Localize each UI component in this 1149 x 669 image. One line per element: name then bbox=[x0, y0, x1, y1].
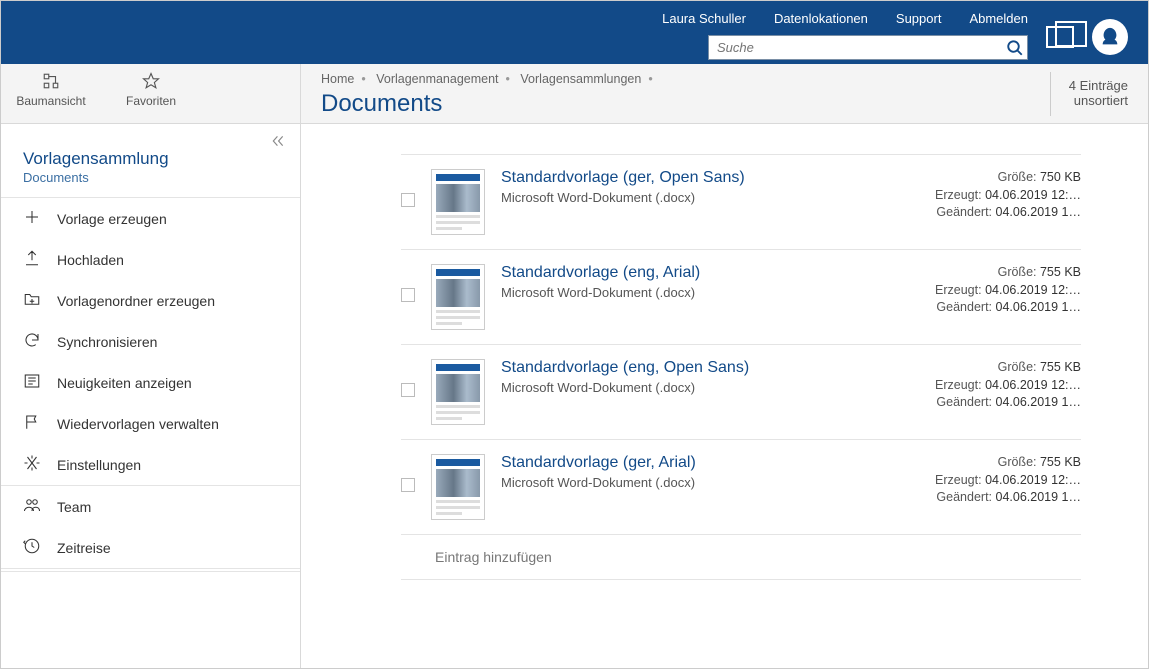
avatar[interactable] bbox=[1092, 19, 1128, 55]
collapse-icon[interactable] bbox=[270, 134, 286, 151]
sidebar-item-label: Zeitreise bbox=[57, 540, 111, 556]
sidebar-item-flag[interactable]: Wiedervorlagen verwalten bbox=[1, 403, 300, 444]
doc-title[interactable]: Standardvorlage (ger, Arial) bbox=[501, 454, 900, 472]
sync-icon bbox=[23, 331, 41, 352]
count-line2: unsortiert bbox=[1069, 93, 1128, 108]
add-entry[interactable]: Eintrag hinzufügen bbox=[401, 534, 1081, 580]
search-box[interactable] bbox=[708, 35, 1028, 60]
settings-icon bbox=[23, 454, 41, 475]
sidebar-item-label: Team bbox=[57, 499, 91, 515]
sidebar-item-news[interactable]: Neuigkeiten anzeigen bbox=[1, 362, 300, 403]
doc-thumbnail[interactable] bbox=[431, 359, 485, 425]
side-subheading[interactable]: Documents bbox=[23, 170, 280, 185]
count-box: 4 Einträge unsortiert bbox=[1050, 72, 1128, 116]
doc-title[interactable]: Standardvorlage (ger, Open Sans) bbox=[501, 169, 900, 187]
tab-fav-label: Favoriten bbox=[126, 94, 176, 108]
news-icon bbox=[23, 372, 41, 393]
side-heading: Vorlagensammlung bbox=[23, 148, 280, 170]
sidebar-item-upload[interactable]: Hochladen bbox=[1, 239, 300, 280]
clock-icon bbox=[23, 537, 41, 558]
sidebar-item-clock[interactable]: Zeitreise bbox=[1, 527, 300, 568]
sidebar-item-label: Wiedervorlagen verwalten bbox=[57, 416, 219, 432]
sidebar-item-label: Neuigkeiten anzeigen bbox=[57, 375, 192, 391]
plus-icon bbox=[23, 208, 41, 229]
crumb-home[interactable]: Home bbox=[321, 72, 354, 86]
doc-meta: Größe: 755 KB Erzeugt: 04.06.2019 12:… G… bbox=[916, 264, 1081, 317]
doc-meta: Größe: 755 KB Erzeugt: 04.06.2019 12:… G… bbox=[916, 454, 1081, 507]
top-links: Laura Schuller Datenlokationen Support A… bbox=[662, 11, 1028, 26]
support-link[interactable]: Support bbox=[896, 11, 942, 26]
row-checkbox[interactable] bbox=[401, 383, 415, 397]
crumb-vm[interactable]: Vorlagenmanagement bbox=[376, 72, 498, 86]
subheader: Baumansicht Favoriten Home• Vorlagenmana… bbox=[1, 64, 1148, 124]
sidebar-item-label: Vorlagenordner erzeugen bbox=[57, 293, 215, 309]
doc-title[interactable]: Standardvorlage (eng, Open Sans) bbox=[501, 359, 900, 377]
doc-thumbnail[interactable] bbox=[431, 264, 485, 330]
row-checkbox[interactable] bbox=[401, 193, 415, 207]
sidebar-item-sync[interactable]: Synchronisieren bbox=[1, 321, 300, 362]
breadcrumb: Home• Vorlagenmanagement• Vorlagensammlu… bbox=[321, 72, 660, 86]
datalocations-link[interactable]: Datenlokationen bbox=[774, 11, 868, 26]
sidebar-item-settings[interactable]: Einstellungen bbox=[1, 444, 300, 485]
doc-subtitle: Microsoft Word-Dokument (.docx) bbox=[501, 190, 900, 205]
sidebar-item-label: Synchronisieren bbox=[57, 334, 157, 350]
row-checkbox[interactable] bbox=[401, 288, 415, 302]
doc-thumbnail[interactable] bbox=[431, 454, 485, 520]
topbar: Laura Schuller Datenlokationen Support A… bbox=[1, 1, 1148, 64]
doc-row: Standardvorlage (ger, Open Sans) Microso… bbox=[401, 154, 1081, 249]
row-checkbox[interactable] bbox=[401, 478, 415, 492]
doc-meta: Größe: 750 KB Erzeugt: 04.06.2019 12:… G… bbox=[916, 169, 1081, 222]
sidebar-item-folder-plus[interactable]: Vorlagenordner erzeugen bbox=[1, 280, 300, 321]
tab-favorites[interactable]: Favoriten bbox=[101, 64, 201, 123]
tab-tree[interactable]: Baumansicht bbox=[1, 64, 101, 123]
team-icon bbox=[23, 496, 41, 517]
logout-link[interactable]: Abmelden bbox=[969, 11, 1028, 26]
sidebar-item-plus[interactable]: Vorlage erzeugen bbox=[1, 198, 300, 239]
flag-icon bbox=[23, 413, 41, 434]
folder-plus-icon bbox=[23, 290, 41, 311]
doc-row: Standardvorlage (eng, Arial) Microsoft W… bbox=[401, 249, 1081, 344]
windows-icon[interactable] bbox=[1046, 26, 1074, 48]
doc-subtitle: Microsoft Word-Dokument (.docx) bbox=[501, 380, 900, 395]
user-link[interactable]: Laura Schuller bbox=[662, 11, 746, 26]
doc-meta: Größe: 755 KB Erzeugt: 04.06.2019 12:… G… bbox=[916, 359, 1081, 412]
sidebar: Vorlagensammlung Documents Vorlage erzeu… bbox=[1, 124, 301, 668]
content: Standardvorlage (ger, Open Sans) Microso… bbox=[301, 124, 1148, 668]
doc-subtitle: Microsoft Word-Dokument (.docx) bbox=[501, 475, 900, 490]
count-line1: 4 Einträge bbox=[1069, 78, 1128, 93]
crumb-vs[interactable]: Vorlagensammlungen bbox=[520, 72, 641, 86]
sidebar-item-label: Vorlage erzeugen bbox=[57, 211, 167, 227]
doc-thumbnail[interactable] bbox=[431, 169, 485, 235]
doc-row: Standardvorlage (eng, Open Sans) Microso… bbox=[401, 344, 1081, 439]
doc-title[interactable]: Standardvorlage (eng, Arial) bbox=[501, 264, 900, 282]
tab-tree-label: Baumansicht bbox=[16, 94, 85, 108]
sidebar-item-label: Hochladen bbox=[57, 252, 124, 268]
doc-row: Standardvorlage (ger, Arial) Microsoft W… bbox=[401, 439, 1081, 534]
doc-subtitle: Microsoft Word-Dokument (.docx) bbox=[501, 285, 900, 300]
search-icon[interactable] bbox=[1003, 39, 1027, 57]
page-title: Documents bbox=[321, 90, 660, 118]
sidebar-item-label: Einstellungen bbox=[57, 457, 141, 473]
upload-icon bbox=[23, 249, 41, 270]
sidebar-item-team[interactable]: Team bbox=[1, 486, 300, 527]
search-input[interactable] bbox=[709, 37, 1003, 58]
top-icons bbox=[1046, 19, 1128, 55]
